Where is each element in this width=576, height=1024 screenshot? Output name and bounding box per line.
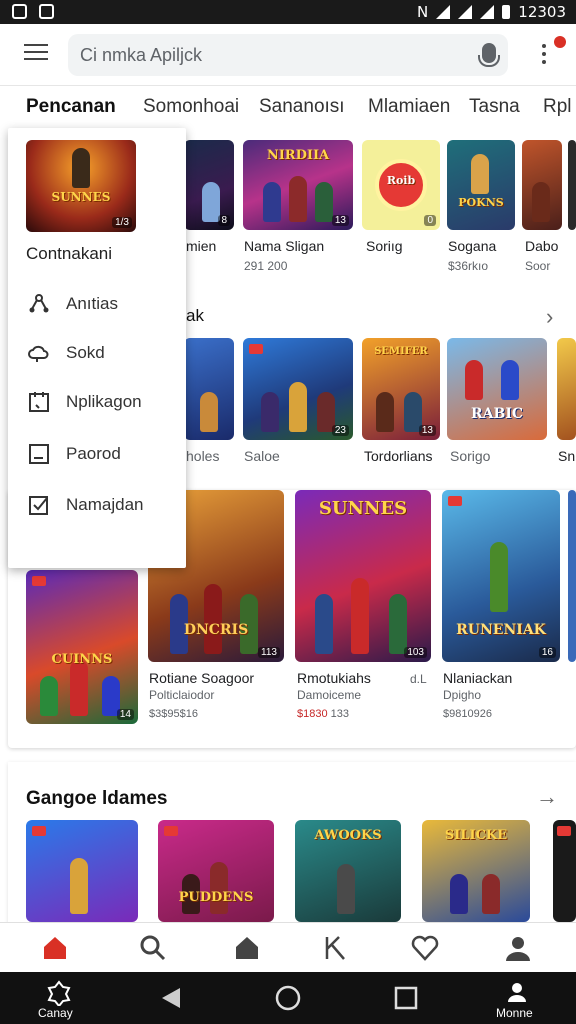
app-name: Sogana <box>448 238 497 254</box>
system-nav-right-label: Monne <box>496 1006 533 1020</box>
app-price: $3$95$16 <box>149 708 198 720</box>
app-meta: Soor <box>525 259 551 273</box>
battery-icon <box>502 5 511 19</box>
arrow-right-icon[interactable]: → <box>536 784 558 810</box>
checkbox-icon <box>29 496 48 515</box>
menu-item-share[interactable]: Anıtias <box>8 284 186 324</box>
section-title: ak <box>186 306 204 325</box>
tab-tasna[interactable]: Tasna <box>469 96 520 118</box>
app-tile[interactable]: 8 <box>184 140 234 230</box>
system-navigation-bar: Canay Monne <box>0 972 576 1024</box>
bottom-navigation <box>0 922 576 972</box>
app-tile[interactable]: Roib 0 <box>362 140 440 230</box>
assistant-icon[interactable] <box>46 980 72 1006</box>
network-indicator: N <box>417 3 429 21</box>
app-name: holes <box>186 448 220 464</box>
tab-somonhoai[interactable]: Somonhoai <box>143 96 239 118</box>
more-options-icon[interactable] <box>542 44 548 68</box>
section-title: Gangoe ldames <box>26 788 168 809</box>
tab-rpl[interactable]: Rpl <box>543 96 572 118</box>
app-tile[interactable] <box>553 820 576 922</box>
app-meta: Polticlaiodor <box>149 688 215 702</box>
app-meta: 291 200 <box>244 259 288 273</box>
app-name: Soriıg <box>366 238 403 254</box>
app-meta: $36rkıo <box>448 259 489 273</box>
app-tile[interactable] <box>522 140 562 230</box>
app-meta: Damoiceme <box>297 688 362 702</box>
menu-item-tablet[interactable]: Paorod <box>8 434 186 474</box>
app-name: Rmotukiahs <box>297 670 371 686</box>
context-menu: SUNNES 1/3 Contnakani Anıtias Sokd Nplik… <box>8 128 186 568</box>
signal-icon <box>458 5 473 19</box>
system-nav-left-label: Canay <box>38 1006 73 1020</box>
tablet-icon <box>29 444 49 464</box>
category-tabs: Pencanan Somonhoai Sananoısı Mlamiaen Ta… <box>0 96 576 132</box>
app-price: $1830 133 <box>297 708 350 720</box>
tab-sananoisi[interactable]: Sananoısı <box>259 96 345 118</box>
tab-mlamiaen[interactable]: Mlamiaen <box>368 96 450 118</box>
menu-icon[interactable] <box>24 44 48 62</box>
app-tile[interactable] <box>26 820 138 922</box>
status-bar: N 12303 <box>0 0 576 24</box>
tab-pencanan[interactable]: Pencanan <box>26 96 116 118</box>
share-icon <box>29 294 49 313</box>
mic-icon[interactable] <box>478 43 500 67</box>
menu-title: Contnakani <box>26 244 113 263</box>
clock: 12303 <box>518 3 566 21</box>
calendar-icon <box>29 392 49 412</box>
app-tile[interactable] <box>184 338 234 440</box>
app-tile[interactable]: AWOOKS <box>295 820 401 922</box>
chevron-right-icon[interactable]: › <box>546 304 553 330</box>
app-tile[interactable]: NIRDIIA 13 <box>243 140 353 230</box>
signal-icon-2 <box>480 5 495 19</box>
photo-icon <box>39 4 54 19</box>
back-icon[interactable] <box>160 986 182 1010</box>
home-button-icon[interactable] <box>274 984 302 1012</box>
search-input[interactable]: Ci nmka Apiljck <box>80 45 202 66</box>
app-meta: Dpigho <box>443 688 482 702</box>
heart-icon[interactable] <box>410 933 440 963</box>
app-name: Rotiane Soagoor <box>149 670 255 686</box>
app-price: $9810926 <box>443 708 492 720</box>
wifi-icon <box>436 5 451 19</box>
app-tile[interactable] <box>568 490 576 662</box>
app-tile[interactable]: PUDDENS <box>158 820 274 922</box>
app-name: Dabo <box>525 238 559 254</box>
app-name: mien <box>186 238 217 254</box>
app-tile[interactable] <box>568 140 576 230</box>
app-meta: d.L <box>410 672 427 686</box>
app-name: Sorigo <box>450 448 491 464</box>
app-tile[interactable]: 23 <box>243 338 353 440</box>
app-name: Saloe <box>244 448 280 464</box>
app-tile[interactable]: RUNENIAK 16 <box>442 490 560 662</box>
app-name: Nama Sligan <box>244 238 325 254</box>
menu-item-checkbox[interactable]: Namajdan <box>8 485 186 525</box>
menu-item-calendar[interactable]: Nplikagon <box>8 382 186 422</box>
menu-item-cloud[interactable]: Sokd <box>8 333 186 373</box>
search-icon[interactable] <box>138 933 168 963</box>
app-name: Tordorlians <box>364 448 433 464</box>
house-icon[interactable] <box>232 933 262 963</box>
recents-icon[interactable] <box>394 986 418 1010</box>
featured-app-tile[interactable]: SUNNES 1/3 <box>26 140 136 232</box>
app-name: Nlaniackan <box>443 670 513 686</box>
app-tile[interactable] <box>557 338 576 440</box>
profile-icon[interactable] <box>503 933 533 963</box>
app-tile[interactable]: POKNS <box>447 140 515 230</box>
search-bar[interactable]: Ci nmka Apiljck <box>68 34 508 76</box>
cloud-icon <box>28 345 49 362</box>
app-tile[interactable]: SUNNES 103 <box>295 490 431 662</box>
notification-badge <box>554 36 566 48</box>
top-bar: Ci nmka Apiljck <box>0 24 576 86</box>
app-tile[interactable]: CUINNS 14 <box>26 570 138 724</box>
app-tile[interactable]: RABIC <box>447 338 547 440</box>
bookmark-icon[interactable] <box>322 933 352 963</box>
app-name: Sn <box>558 448 576 464</box>
app-tile[interactable]: SEMIFER 13 <box>362 338 440 440</box>
notification-icon <box>12 4 27 19</box>
app-tile[interactable]: SILICKE <box>422 820 530 922</box>
home-icon[interactable] <box>40 933 70 963</box>
profile-small-icon[interactable] <box>507 980 527 1004</box>
